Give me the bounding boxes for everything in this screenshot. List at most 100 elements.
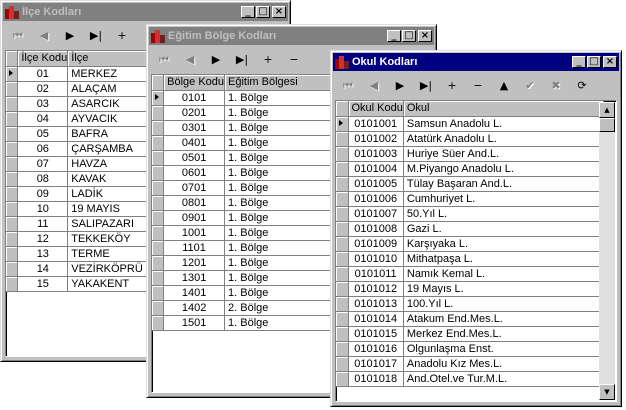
code-cell[interactable]: 04 (17, 111, 69, 127)
code-cell[interactable]: 1101 (163, 240, 226, 256)
refresh-button[interactable]: ⟳ (569, 75, 595, 97)
code-cell[interactable]: 08 (17, 171, 69, 187)
table-row[interactable]: 0101002 Atatürk Anadolu L. (336, 131, 604, 147)
row-indicator[interactable] (6, 171, 19, 187)
code-cell[interactable]: 0601 (163, 165, 226, 181)
row-indicator[interactable] (336, 371, 349, 387)
scroll-down-button[interactable]: ▼ (599, 384, 615, 400)
row-indicator[interactable] (336, 326, 349, 342)
insert-record-button[interactable]: + (439, 75, 465, 97)
row-indicator[interactable] (336, 191, 349, 207)
row-indicator[interactable] (336, 296, 349, 312)
table-row[interactable]: 0101012 19 Mayıs L. (336, 281, 604, 297)
code-cell[interactable]: 0101 (163, 90, 226, 106)
table-row[interactable]: 0101007 50.Yıl L. (336, 206, 604, 222)
row-indicator[interactable] (336, 341, 349, 357)
okul-grid[interactable]: Okul Kodu Okul 0101001 Samsun Anadolu L. 0… (335, 100, 617, 402)
maximize-button[interactable]: □ (402, 30, 416, 42)
row-indicator[interactable] (6, 216, 19, 232)
cancel-record-button[interactable]: ✖ (543, 75, 569, 97)
code-cell[interactable]: 12 (17, 231, 69, 247)
row-indicator[interactable] (6, 231, 19, 247)
code-cell[interactable]: 0101016 (348, 341, 404, 357)
okul-titlebar[interactable]: Okul Kodları _ □ × (333, 53, 619, 71)
code-cell[interactable]: 0101001 (348, 116, 404, 132)
code-cell[interactable]: 0101011 (348, 266, 404, 282)
code-cell[interactable]: 1001 (163, 225, 226, 241)
scroll-up-button[interactable]: ▲ (599, 102, 615, 118)
code-cell[interactable]: 0101004 (348, 161, 404, 177)
name-cell[interactable]: Samsun Anadolu L. (403, 116, 604, 132)
row-indicator[interactable] (152, 210, 165, 226)
close-button[interactable]: × (272, 6, 286, 18)
table-row[interactable]: 0101017 Anadolu Kız Mes.L. (336, 356, 604, 372)
row-indicator[interactable] (336, 311, 349, 327)
table-row[interactable]: 0101011 Namık Kemal L. (336, 266, 604, 282)
code-cell[interactable]: 11 (17, 216, 69, 232)
column-header[interactable]: Bölge Kodu (163, 75, 226, 91)
code-cell[interactable]: 0401 (163, 135, 226, 151)
close-button[interactable]: × (418, 30, 432, 42)
table-row[interactable]: 0101016 Olgunlaşma Enst. (336, 341, 604, 357)
prior-record-button[interactable]: ◀ (31, 25, 57, 47)
row-indicator[interactable] (6, 96, 19, 112)
code-cell[interactable]: 03 (17, 96, 69, 112)
row-indicator[interactable] (152, 90, 165, 106)
code-cell[interactable]: 0201 (163, 105, 226, 121)
edit-record-button[interactable]: ▲ (491, 75, 517, 97)
name-cell[interactable]: And.Otel.ve Tur.M.L. (403, 371, 604, 387)
minimize-button[interactable]: _ (572, 56, 586, 68)
row-indicator[interactable] (152, 225, 165, 241)
row-indicator[interactable] (6, 201, 19, 217)
last-record-button[interactable]: ▶| (83, 25, 109, 47)
table-row[interactable]: 0101009 Karşıyaka L. (336, 236, 604, 252)
code-cell[interactable]: 1401 (163, 285, 226, 301)
name-cell[interactable]: Huriye Süer And.L. (403, 146, 604, 162)
row-indicator[interactable] (336, 161, 349, 177)
vertical-scrollbar[interactable]: ▲ ▼ (599, 102, 615, 400)
code-cell[interactable]: 0101008 (348, 221, 404, 237)
code-cell[interactable]: 0101003 (348, 146, 404, 162)
name-cell[interactable]: Gazi L. (403, 221, 604, 237)
row-indicator[interactable] (6, 111, 19, 127)
row-indicator[interactable] (152, 165, 165, 181)
row-indicator[interactable] (6, 141, 19, 157)
code-cell[interactable]: 1501 (163, 315, 226, 331)
insert-record-button[interactable]: + (255, 49, 281, 71)
name-cell[interactable]: Anadolu Kız Mes.L. (403, 356, 604, 372)
code-cell[interactable]: 07 (17, 156, 69, 172)
delete-record-button[interactable]: − (281, 49, 307, 71)
row-indicator[interactable] (152, 255, 165, 271)
table-row[interactable]: 0101006 Cumhuriyet L. (336, 191, 604, 207)
code-cell[interactable]: 0101010 (348, 251, 404, 267)
row-indicator[interactable] (336, 146, 349, 162)
code-cell[interactable]: 0101006 (348, 191, 404, 207)
row-indicator[interactable] (6, 246, 19, 262)
code-cell[interactable]: 0801 (163, 195, 226, 211)
row-indicator[interactable] (6, 186, 19, 202)
prior-record-button[interactable]: ◀ (177, 49, 203, 71)
row-indicator[interactable] (152, 105, 165, 121)
code-cell[interactable]: 02 (17, 81, 69, 97)
code-cell[interactable]: 0101018 (348, 371, 404, 387)
first-record-button[interactable]: ⏮ (335, 75, 361, 97)
table-row[interactable]: 0101013 100.Yıl L. (336, 296, 604, 312)
code-cell[interactable]: 0101005 (348, 176, 404, 192)
code-cell[interactable]: 0701 (163, 180, 226, 196)
row-indicator[interactable] (6, 261, 19, 277)
code-cell[interactable]: 15 (17, 276, 69, 292)
code-cell[interactable]: 1402 (163, 300, 226, 316)
table-row[interactable]: 0101001 Samsun Anadolu L. (336, 116, 604, 132)
name-cell[interactable]: Atatürk Anadolu L. (403, 131, 604, 147)
code-cell[interactable]: 01 (17, 66, 69, 82)
code-cell[interactable]: 0101002 (348, 131, 404, 147)
last-record-button[interactable]: ▶| (229, 49, 255, 71)
code-cell[interactable]: 0101014 (348, 311, 404, 327)
row-indicator[interactable] (152, 315, 165, 331)
name-cell[interactable]: Olgunlaşma Enst. (403, 341, 604, 357)
code-cell[interactable]: 1201 (163, 255, 226, 271)
scroll-thumb[interactable] (599, 118, 615, 132)
table-row[interactable]: 0101010 Mithatpaşa L. (336, 251, 604, 267)
next-record-button[interactable]: ▶ (57, 25, 83, 47)
code-cell[interactable]: 0101007 (348, 206, 404, 222)
